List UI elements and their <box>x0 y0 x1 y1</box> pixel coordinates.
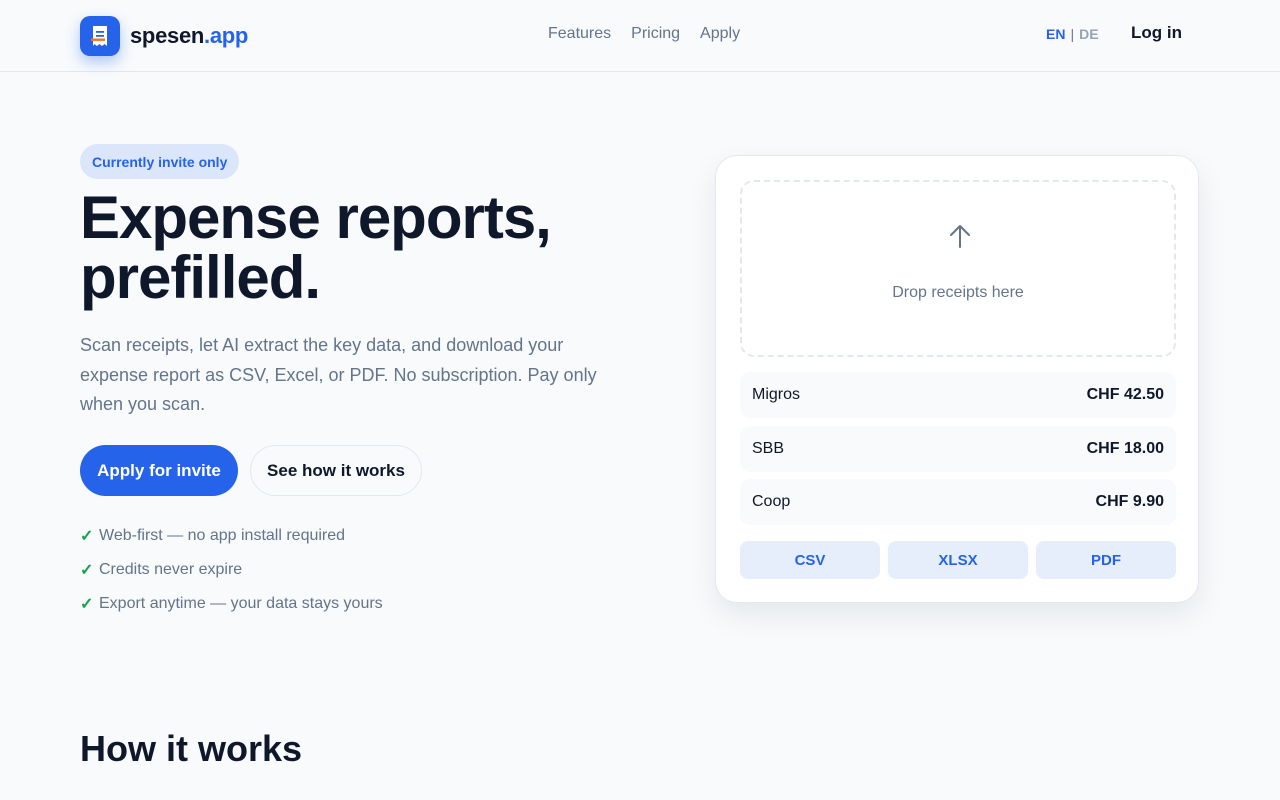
lang-de[interactable]: DE <box>1079 26 1098 42</box>
check-icon: ✓ <box>80 528 94 545</box>
nav-features[interactable]: Features <box>548 24 611 44</box>
receipt-row: Coop CHF 9.90 <box>740 479 1176 525</box>
feature-list: ✓ Web-first — no app install required ✓ … <box>80 519 383 621</box>
receipt-merchant: Coop <box>752 493 791 510</box>
nav-pricing[interactable]: Pricing <box>631 24 680 44</box>
feature-item: ✓ Export anytime — your data stays yours <box>80 595 383 613</box>
export-buttons: CSV XLSX PDF <box>740 541 1176 579</box>
lang-separator: | <box>1070 26 1075 42</box>
demo-card: Drop receipts here Migros CHF 42.50 SBB … <box>715 155 1199 603</box>
feature-item: ✓ Credits never expire <box>80 561 243 579</box>
see-how-it-works-button[interactable]: See how it works <box>250 445 422 496</box>
how-it-works-heading: How it works <box>80 728 303 769</box>
check-icon: ✓ <box>80 596 94 613</box>
apply-for-invite-button[interactable]: Apply for invite <box>80 445 238 496</box>
nav-apply[interactable]: Apply <box>700 24 740 44</box>
site-header: spesen.app Features Pricing Apply EN | D… <box>0 0 1280 72</box>
receipt-row: Migros CHF 42.50 <box>740 372 1176 418</box>
receipt-row: SBB CHF 18.00 <box>740 426 1176 472</box>
upload-arrow-icon <box>948 222 972 255</box>
receipt-merchant: SBB <box>752 440 785 457</box>
receipt-amount: CHF 9.90 <box>1095 493 1164 510</box>
receipt-amount: CHF 42.50 <box>1086 386 1164 403</box>
export-xlsx-button[interactable]: XLSX <box>888 541 1028 579</box>
receipt-amount: CHF 18.00 <box>1086 440 1164 457</box>
export-csv-button[interactable]: CSV <box>740 541 880 579</box>
receipt-merchant: Migros <box>752 386 801 403</box>
invite-badge: Currently invite only <box>80 144 240 179</box>
dropzone-label: Drop receipts here <box>892 284 1024 301</box>
receipt-dropzone[interactable]: Drop receipts here <box>740 180 1176 357</box>
receipt-icon <box>80 16 120 56</box>
hero-subtitle: Scan receipts, let AI extract the key da… <box>80 335 597 414</box>
language-switcher: EN | DE <box>1046 26 1099 42</box>
feature-item: ✓ Web-first — no app install required <box>80 527 346 545</box>
lang-en[interactable]: EN <box>1046 26 1065 42</box>
logo-text: spesen.app <box>130 23 249 48</box>
login-link[interactable]: Log in <box>1131 23 1182 43</box>
logo-link[interactable]: spesen.app <box>80 16 248 56</box>
check-icon: ✓ <box>80 562 94 579</box>
main-nav: Features Pricing Apply <box>548 24 740 44</box>
export-pdf-button[interactable]: PDF <box>1036 541 1176 579</box>
hero-title: Expense reports, prefilled. <box>80 184 552 311</box>
